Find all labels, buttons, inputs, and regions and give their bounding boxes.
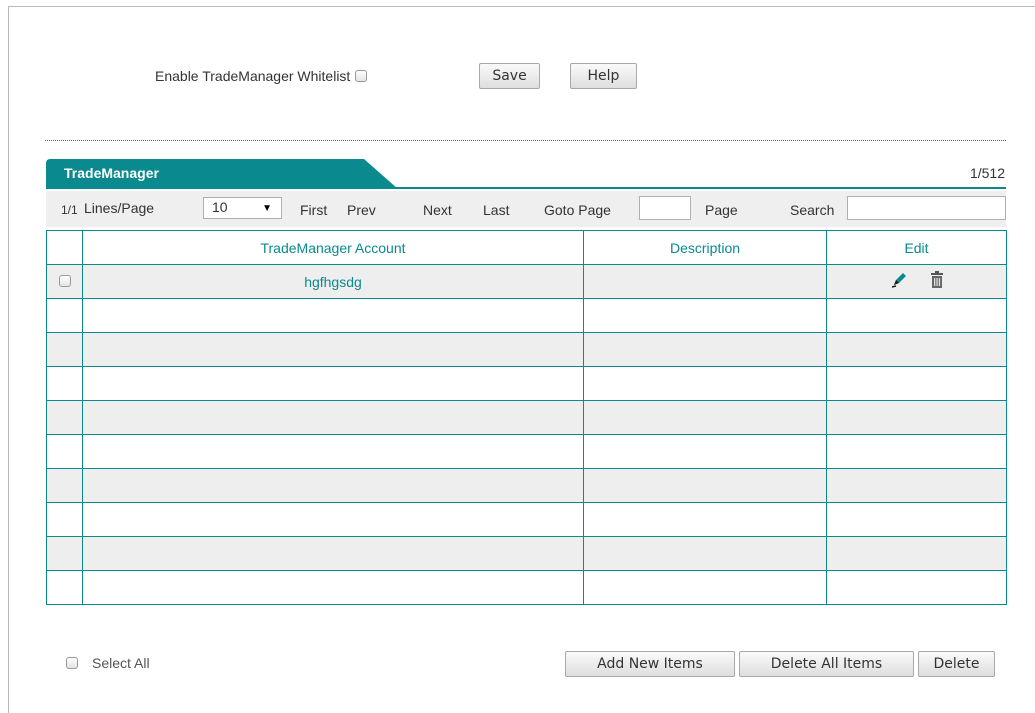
panel-tab-underline [46,187,1006,189]
whitelist-row: Enable TradeManager Whitelist [155,62,368,90]
header-description[interactable]: Description [583,230,827,265]
help-button[interactable]: Help [570,63,637,89]
table-row-empty [46,400,1007,435]
last-page-link[interactable]: Last [483,202,509,218]
delete-button[interactable]: Delete [918,651,995,677]
whitelist-checkbox[interactable] [355,70,368,82]
page-label: Page [705,202,738,218]
save-button[interactable]: Save [479,63,540,89]
table-header-row: TradeManager Account Description Edit [46,230,1007,265]
select-all-control[interactable]: Select All [66,655,150,671]
prev-page-link[interactable]: Prev [347,202,376,218]
select-all-checkbox[interactable] [66,657,78,669]
delete-all-items-button[interactable]: Delete All Items [739,651,914,677]
header-account[interactable]: TradeManager Account [82,230,584,265]
goto-page-input[interactable] [639,196,691,220]
panel-tab-label: TradeManager [64,165,159,181]
edit-pencil-icon[interactable] [889,270,909,293]
table-row-empty [46,570,1007,605]
lines-per-page-value: 10 [212,199,228,215]
table-row-empty [46,434,1007,469]
table-row-empty [46,332,1007,367]
goto-page-label: Goto Page [544,202,611,218]
delete-trash-icon[interactable] [929,270,945,293]
table-row-empty [46,536,1007,571]
row-select-cell [46,264,83,299]
lines-per-page-label: Lines/Page [84,200,155,216]
table-row-empty [46,298,1007,333]
header-select [46,230,83,265]
first-page-link[interactable]: First [300,202,327,218]
page-indicator: 1/1 [61,203,78,217]
lines-per-page-select[interactable]: 10 ▼ [203,197,282,219]
search-label: Search [790,202,835,218]
whitelist-label: Enable TradeManager Whitelist [155,68,351,84]
select-all-label: Select All [92,655,150,671]
entry-count: 1/512 [969,165,1005,181]
row-checkbox[interactable] [58,274,71,287]
dotted-divider [45,140,1006,141]
table-row: hgfhgsdg [46,264,1007,299]
description-cell [583,264,827,299]
edit-cell [826,264,1007,299]
table-row-empty [46,502,1007,537]
pagination-bar: 1/1 Lines/Page 10 ▼ First Prev Next Last… [46,191,1006,227]
trademanager-table: TradeManager Account Description Edit hg… [46,230,1007,605]
table-row-empty [46,468,1007,503]
account-value: hgfhgsdg [304,273,362,290]
account-cell: hgfhgsdg [82,264,584,299]
dropdown-arrow-icon: ▼ [262,203,272,214]
search-input[interactable] [847,196,1006,220]
add-new-items-button[interactable]: Add New Items [565,651,735,677]
next-page-link[interactable]: Next [423,202,452,218]
header-edit: Edit [826,230,1007,265]
table-row-empty [46,366,1007,401]
